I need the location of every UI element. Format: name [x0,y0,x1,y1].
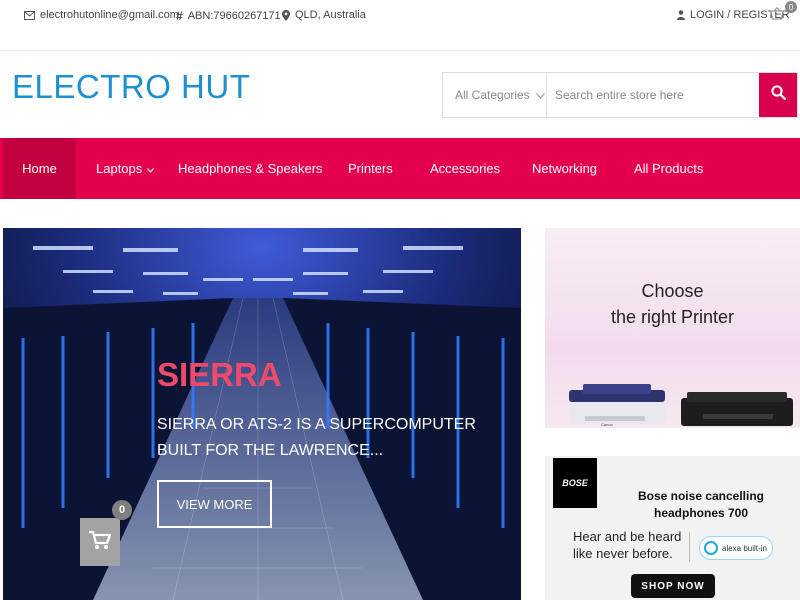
alexa-ring-icon [704,541,718,555]
view-more-button[interactable]: VIEW MORE [157,480,272,528]
basket-icon [770,7,784,20]
main-nav: Home Laptops Headphones & Speakers Print… [0,138,800,199]
nav-item-networking[interactable]: Networking [532,138,597,199]
printer-banner-heading: Choose the right Printer [545,278,800,330]
nav-item-label: Printers [348,161,393,176]
chevron-down-icon [147,161,155,176]
printer-heading-line-2: the right Printer [610,307,735,327]
nav-item-label: Accessories [430,161,501,176]
bose-logo: BOSE [553,458,597,508]
bose-banner-separator [689,532,690,562]
floating-cart-count: 0 [112,500,132,520]
hash-icon: # [176,9,183,23]
site-logo[interactable]: ELECTRO HUT [12,68,250,106]
header-divider [0,50,800,51]
slide-title: SIERRA [157,356,282,393]
nav-item-label: All Products [634,161,704,176]
email-text: electrohutonline@gmail.com [40,9,179,21]
cart-button[interactable] [770,7,784,20]
top-bar: electrohutonline@gmail.com # ABN:7966026… [0,0,800,32]
slide-description: SIERRA OR ATS-2 IS A SUPERCOMPUTER BUILT… [157,416,476,459]
cart-count-badge: 0 [785,1,797,13]
nav-item-laptops[interactable]: Laptops [96,138,155,199]
nav-item-headphones-speakers[interactable]: Headphones & Speakers [178,138,323,199]
printer-image [569,384,793,426]
category-select-label: All Categories [455,88,530,102]
printer-brand-label: Canon [601,422,613,427]
abn-text: ABN:79660267171 [187,10,281,22]
nav-item-printers[interactable]: Printers [348,138,393,199]
nav-item-label: Networking [532,161,598,176]
envelope-icon [24,10,35,20]
nav-item-label: Home [22,161,57,176]
search-icon [770,85,786,105]
abn-info: # ABN:79660267171 [176,9,281,23]
contact-email[interactable]: electrohutonline@gmail.com [24,9,179,21]
nav-item-label: Laptops [96,161,143,176]
search-button[interactable] [759,73,797,117]
alexa-badge: alexa built-in [699,536,773,560]
printer-heading-line-1: Choose [641,281,704,301]
search-bar: All Categories [442,72,798,118]
nav-item-all-products[interactable]: All Products [634,138,703,199]
floating-cart-button[interactable] [80,518,120,566]
chevron-down-icon [535,88,545,102]
bose-banner-tagline: Hear and be heard like never before. [573,529,682,561]
cart-icon [89,530,112,555]
user-icon [677,10,685,20]
nav-item-home[interactable]: Home [3,138,76,199]
printer-promo-banner[interactable]: Choose the right Printer Canon [545,228,800,428]
location-info: QLD, Australia [282,9,366,21]
bose-promo-banner[interactable]: BOSE Bose noise cancelling headphones 70… [545,456,800,600]
category-select[interactable]: All Categories [443,73,547,117]
nav-item-label: Headphones & Speakers [178,161,323,176]
alexa-badge-text: alexa built-in [722,543,767,553]
nav-item-accessories[interactable]: Accessories [430,138,500,199]
search-input[interactable] [547,73,759,117]
location-text: QLD, Australia [295,9,366,21]
shop-now-button[interactable]: SHOP NOW [631,574,715,598]
bose-banner-title: Bose noise cancelling headphones 700 [637,489,765,520]
map-pin-icon [282,9,290,21]
